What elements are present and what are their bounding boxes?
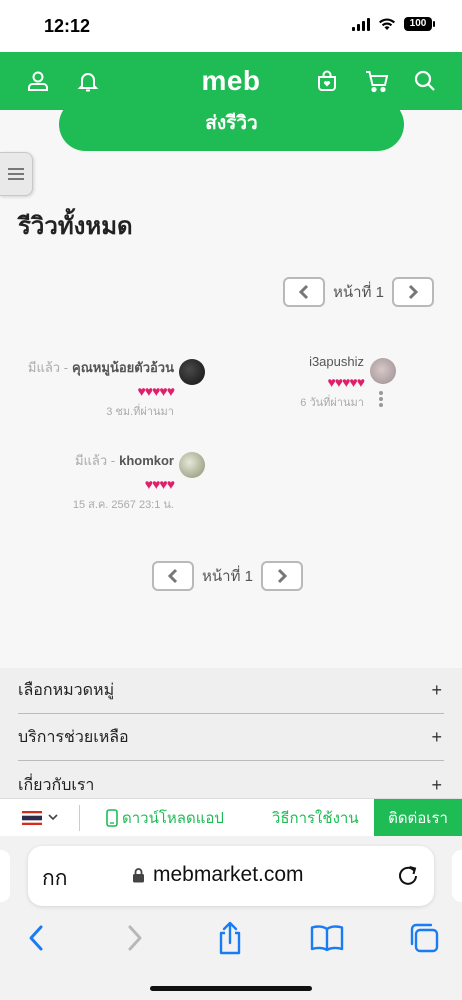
download-app-label: ดาวน์โหลดแอป <box>122 809 224 827</box>
page-indicator: หน้าที่ 1 <box>202 568 253 585</box>
accordion-categories[interactable]: เลือกหมวดหมู่ + <box>18 668 444 714</box>
app-logo[interactable]: meb <box>0 65 462 97</box>
accordion-help[interactable]: บริการช่วยเหลือ + <box>18 715 444 761</box>
next-page-button[interactable] <box>260 561 303 591</box>
how-to-link[interactable]: วิธีการใช้งาน <box>272 806 359 830</box>
url-text: mebmarket.com <box>153 863 304 886</box>
review-item: มีแล้ว - คุณหมูน้อยตัวอ้วน ♥♥♥♥♥ 3 ชม.ที… <box>27 357 175 420</box>
chevron-left-icon <box>29 925 43 951</box>
review-item: i3apushiz ♥♥♥♥♥ 6 วันที่ผ่านมา <box>300 354 365 411</box>
reload-icon <box>399 866 417 885</box>
reload-button[interactable] <box>396 863 420 892</box>
signal-icon <box>352 17 370 31</box>
lock-icon <box>133 868 144 883</box>
rating-hearts: ♥♥♥♥♥ <box>327 374 365 390</box>
chevron-right-icon <box>277 568 288 584</box>
heart-bag-icon[interactable] <box>313 67 341 95</box>
battery-icon: 100 <box>404 17 435 31</box>
wifi-icon <box>379 18 395 30</box>
review-status: มีแล้ว - <box>27 360 69 375</box>
url-display[interactable]: mebmarket.com <box>132 863 304 887</box>
address-bar[interactable]: กก mebmarket.com <box>28 846 434 906</box>
tabs-button[interactable] <box>404 920 444 956</box>
side-menu-toggle[interactable] <box>0 152 33 196</box>
avatar[interactable] <box>370 358 396 384</box>
bookmarks-button[interactable] <box>307 920 347 956</box>
contact-us-button[interactable]: ติดต่อเรา <box>374 799 462 837</box>
pagination-top: หน้าที่ 1 <box>283 277 434 307</box>
cart-icon[interactable] <box>363 67 391 95</box>
accordion-label: เลือกหมวดหมู่ <box>18 682 115 699</box>
avatar[interactable] <box>179 452 205 478</box>
review-item: มีแล้ว - khomkor ♥♥♥♥ 15 ส.ค. 2567 23:1 … <box>72 450 175 513</box>
review-time: 6 วันที่ผ่านมา <box>300 397 364 409</box>
language-selector[interactable] <box>0 804 80 831</box>
back-button[interactable] <box>16 920 56 956</box>
thai-flag-icon <box>21 810 42 825</box>
page-settings-button[interactable]: กก <box>42 862 67 895</box>
next-tab-preview[interactable] <box>452 850 462 902</box>
previous-tab-preview[interactable] <box>0 850 10 902</box>
app-header: meb <box>0 52 462 110</box>
pagination-bottom: หน้าที่ 1 <box>152 561 303 591</box>
rating-hearts: ♥♥♥♥ <box>144 476 175 492</box>
reviewer-name[interactable]: khomkor <box>119 453 174 468</box>
prev-page-button[interactable] <box>283 277 325 307</box>
forward-button[interactable] <box>115 920 155 956</box>
search-icon[interactable] <box>411 67 439 95</box>
share-button[interactable] <box>210 920 250 956</box>
accordion-label: เกี่ยวกับเรา <box>18 776 95 794</box>
bottom-bar: ดาวน์โหลดแอป วิธีการใช้งาน ติดต่อเรา <box>0 798 462 837</box>
prev-page-button[interactable] <box>152 561 194 591</box>
chevron-left-icon <box>167 568 178 584</box>
review-time: 15 ส.ค. 2567 23:1 น. <box>72 499 174 511</box>
menu-icon <box>8 168 24 180</box>
next-page-button[interactable] <box>391 277 434 307</box>
chevron-right-icon <box>128 925 142 951</box>
review-time: 3 ชม.ที่ผ่านมา <box>106 406 174 418</box>
accordion-label: บริการช่วยเหลือ <box>18 729 129 746</box>
chevron-left-icon <box>298 284 309 300</box>
home-indicator <box>150 986 312 991</box>
reviewer-name[interactable]: คุณหมูน้อยตัวอ้วน <box>72 357 174 378</box>
plus-icon: + <box>431 680 442 700</box>
phone-icon <box>106 808 118 827</box>
page-title: รีวิวทั้งหมด <box>18 213 133 240</box>
share-icon <box>219 921 241 955</box>
page-indicator: หน้าที่ 1 <box>333 284 384 301</box>
chevron-right-icon <box>408 284 419 300</box>
chevron-down-icon <box>47 814 58 821</box>
avatar[interactable] <box>179 359 205 385</box>
download-app-link[interactable]: ดาวน์โหลดแอป <box>106 806 224 830</box>
status-icons: 100 <box>352 17 435 31</box>
how-to-label: วิธีการใช้งาน <box>271 809 359 827</box>
review-status: มีแล้ว - <box>74 453 116 468</box>
more-options-icon[interactable] <box>379 391 383 407</box>
status-bar: 12:12 100 <box>0 0 462 52</box>
footer-menu: เลือกหมวดหมู่ + บริการช่วยเหลือ + เกี่ยว… <box>0 668 462 800</box>
tabs-icon <box>410 923 439 953</box>
reviewer-name[interactable]: i3apushiz <box>309 354 364 369</box>
status-time: 12:12 <box>44 16 91 36</box>
rating-hearts: ♥♥♥♥♥ <box>137 383 175 399</box>
book-icon <box>310 925 344 952</box>
browser-chrome: กก mebmarket.com <box>0 836 462 1000</box>
plus-icon: + <box>431 727 442 747</box>
plus-icon: + <box>431 774 442 795</box>
